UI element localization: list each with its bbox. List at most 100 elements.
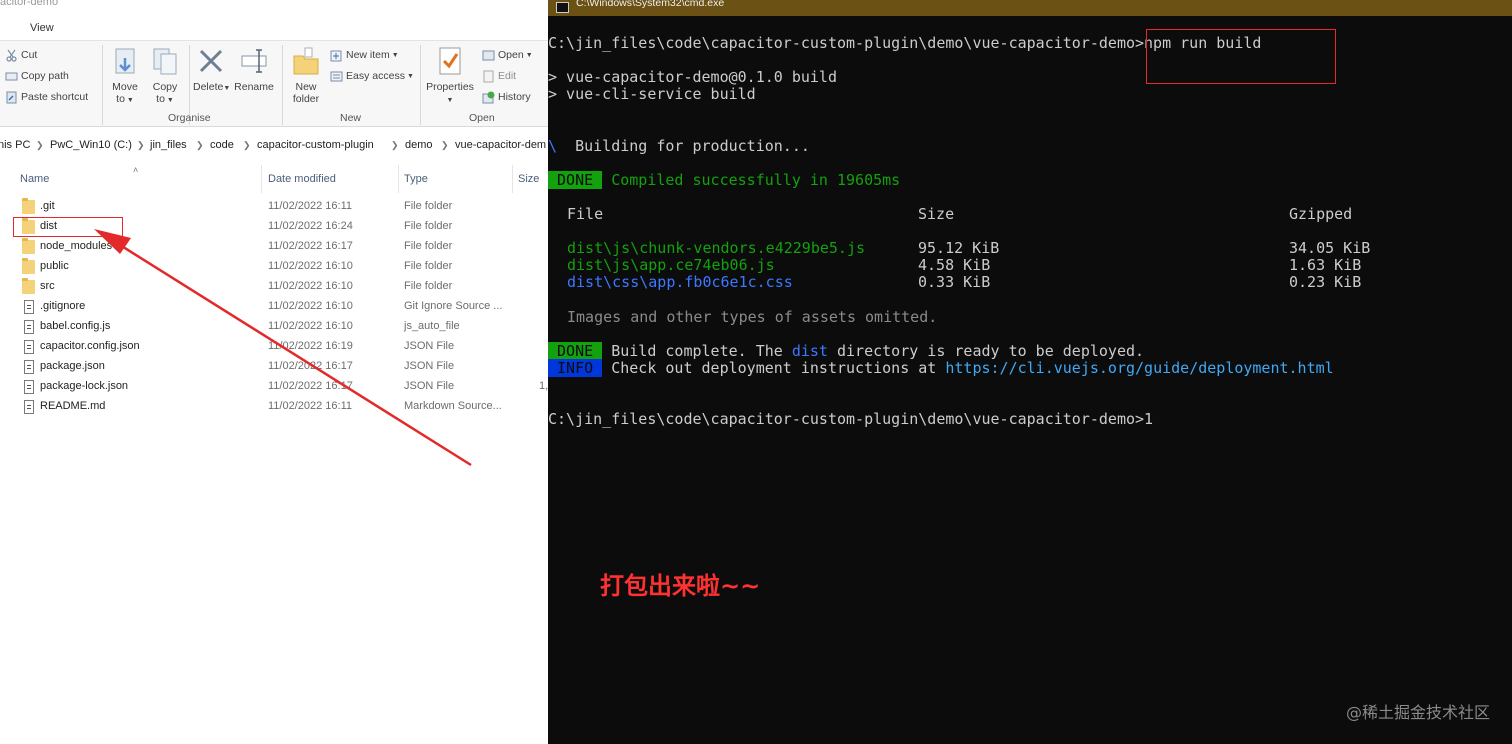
folder-icon xyxy=(22,198,35,214)
edit-label: Edit xyxy=(498,70,517,82)
file-row[interactable]: .git 11/02/2022 16:11 File folder xyxy=(0,197,548,217)
open-group-label: Open xyxy=(469,112,495,124)
dist-highlight-box xyxy=(13,217,123,237)
rename-button[interactable]: Rename xyxy=(233,46,275,93)
file-type: JSON File xyxy=(404,380,455,392)
done-badge: DONE xyxy=(548,171,603,189)
file-row[interactable]: src 11/02/2022 16:10 File folder xyxy=(0,277,548,297)
scissors-icon xyxy=(5,49,18,62)
file-row[interactable]: README.md 11/02/2022 16:11 Markdown Source… xyxy=(0,397,548,417)
file-type: File folder xyxy=(404,280,453,292)
history-button[interactable]: History xyxy=(482,88,531,106)
column-name[interactable]: Name xyxy=(20,173,49,185)
file-name: .git xyxy=(40,200,55,212)
terminal-line-prompt: C:\jin_files\code\capacitor-custom-plugi… xyxy=(548,410,1154,428)
file-row[interactable]: package.json 11/02/2022 16:17 JSON File xyxy=(0,357,548,377)
menu-view[interactable]: View xyxy=(30,22,54,34)
file-name: README.md xyxy=(40,400,106,412)
terminal-line: > vue-cli-service build xyxy=(548,85,756,103)
cmd-window: C:\Windows\System32\cmd.exe C:\jin_files… xyxy=(548,0,1512,744)
sort-up-icon: ˄ xyxy=(133,165,139,175)
copy-to-button[interactable]: Copy to ▼ xyxy=(148,46,182,107)
copy-to-sub-label: to xyxy=(156,93,165,105)
delete-button[interactable]: Delete▼ xyxy=(193,46,230,95)
file-date: 11/02/2022 16:11 xyxy=(268,200,353,212)
file-icon xyxy=(24,400,34,414)
folder-icon xyxy=(22,278,35,294)
compiled-text: Compiled successfully in 19605ms xyxy=(602,171,901,189)
copy-path-icon xyxy=(5,70,18,83)
edit-button[interactable]: Edit xyxy=(482,67,516,85)
file-date: 11/02/2022 16:17 xyxy=(268,360,353,372)
breadcrumb-code[interactable]: code xyxy=(210,139,234,151)
breadcrumb-capacitor-custom-plugin[interactable]: capacitor-custom-plugin xyxy=(257,139,374,151)
file-type: JSON File xyxy=(404,360,455,372)
breadcrumb-drive[interactable]: PwC_Win10 (C:) xyxy=(50,139,132,151)
column-divider[interactable] xyxy=(398,165,399,193)
breadcrumb-vue-capacitor-demo[interactable]: vue-capacitor-dem xyxy=(455,139,546,151)
column-divider[interactable] xyxy=(261,165,262,193)
new-folder-button[interactable]: New folder xyxy=(288,46,324,105)
delete-x-icon xyxy=(196,46,226,78)
file-type: File folder xyxy=(404,260,453,272)
ribbon-divider xyxy=(282,45,283,125)
breadcrumb-demo[interactable]: demo xyxy=(405,139,433,151)
file-type: Git Ignore Source ... xyxy=(404,300,503,312)
cut-button[interactable]: Cut xyxy=(5,46,37,64)
cmd-app-icon xyxy=(556,2,569,13)
copy-path-button[interactable]: Copy path xyxy=(5,67,69,85)
file-type: File folder xyxy=(404,240,453,252)
file-icon xyxy=(24,300,34,314)
column-divider[interactable] xyxy=(512,165,513,193)
move-to-button[interactable]: Move to ▼ xyxy=(108,46,142,107)
properties-button[interactable]: Properties ▼ xyxy=(424,46,476,107)
file-row[interactable]: babel.config.js 11/02/2022 16:10 js_auto_f… xyxy=(0,317,548,337)
building-text: Building for production... xyxy=(557,137,810,155)
open-icon xyxy=(482,49,495,62)
asset-size: 95.12 KiB xyxy=(918,239,1000,257)
file-row[interactable]: package-lock.json 11/02/2022 16:17 JSON Fi… xyxy=(0,377,548,397)
json-file-icon xyxy=(24,360,34,374)
cut-label: Cut xyxy=(21,49,38,61)
file-date: 11/02/2022 16:19 xyxy=(268,340,353,352)
paste-shortcut-label: Paste shortcut xyxy=(21,91,89,103)
cmd-title-bar: C:\Windows\System32\cmd.exe xyxy=(548,0,1512,16)
file-name: node_modules xyxy=(40,240,113,252)
copy-to-icon xyxy=(150,46,180,78)
chevron-right-icon: ❯ xyxy=(137,140,145,150)
file-date: 11/02/2022 16:10 xyxy=(268,260,353,272)
file-row[interactable]: capacitor.config.json 11/02/2022 16:19 JSO… xyxy=(0,337,548,357)
asset-size: 0.33 KiB xyxy=(918,273,991,292)
json-file-icon xyxy=(24,380,34,394)
edit-icon xyxy=(482,70,495,83)
organise-group-label: Organise xyxy=(168,112,211,124)
paste-shortcut-icon xyxy=(5,91,18,104)
breadcrumb-this-pc[interactable]: nis PC xyxy=(0,139,30,151)
file-row[interactable]: node_modules 11/02/2022 16:17 File folder xyxy=(0,237,548,257)
new-folder-sub-label: folder xyxy=(292,93,320,105)
rename-icon xyxy=(239,46,269,78)
file-row[interactable]: .gitignore 11/02/2022 16:10 Git Ignore Sou… xyxy=(0,297,548,317)
column-size[interactable]: Size xyxy=(518,173,539,185)
history-icon xyxy=(482,91,495,104)
open-button[interactable]: Open ▼ xyxy=(482,46,533,64)
terminal-line: > vue-capacitor-demo@0.1.0 build xyxy=(548,68,837,86)
paste-shortcut-button[interactable]: Paste shortcut xyxy=(5,88,88,106)
move-to-label: Move xyxy=(112,81,138,93)
breadcrumb-jin-files[interactable]: jin_files xyxy=(150,139,187,151)
column-type[interactable]: Type xyxy=(404,173,428,185)
easy-access-button[interactable]: Easy access ▼ xyxy=(330,67,414,85)
history-label: History xyxy=(498,91,531,103)
json-file-icon xyxy=(24,340,34,354)
command-highlight-box xyxy=(1146,29,1336,84)
asset-file: dist\css\app.fb0c6e1c.css xyxy=(567,273,793,292)
file-name: .gitignore xyxy=(40,300,86,312)
file-row[interactable]: public 11/02/2022 16:10 File folder xyxy=(0,257,548,277)
breadcrumb: nis PC ❯ PwC_Win10 (C:) ❯ jin_files ❯ co… xyxy=(0,132,548,158)
file-icon xyxy=(24,320,34,334)
new-item-button[interactable]: New item ▼ xyxy=(330,46,399,64)
column-date-modified[interactable]: Date modified xyxy=(268,173,336,185)
deployment-link[interactable]: https://cli.vuejs.org/guide/deployment.h… xyxy=(945,359,1333,377)
watermark: @稀土掘金技术社区 xyxy=(1345,703,1490,722)
easy-access-label: Easy access xyxy=(346,70,405,82)
